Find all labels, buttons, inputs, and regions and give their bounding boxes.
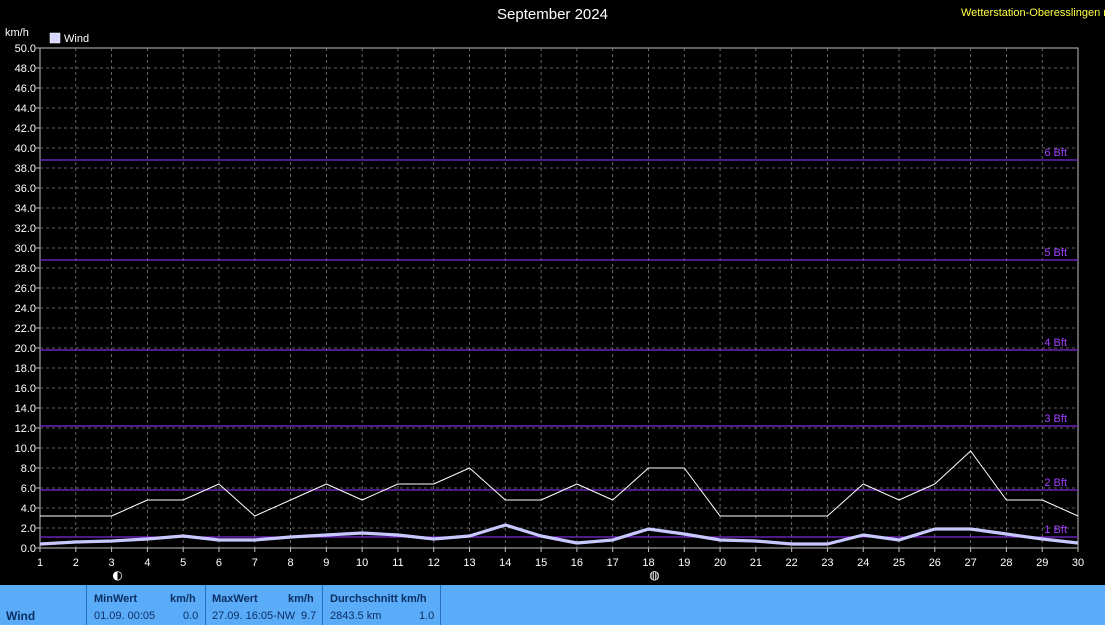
x-tick-label: 8 [287, 557, 293, 569]
x-tick-label: 7 [252, 557, 258, 569]
y-tick-label: 32.0 [15, 223, 36, 235]
beaufort-label: 2 Bft [1044, 477, 1067, 489]
min-cell: MinWert km/h 01.09. 00:05 0.0 [87, 585, 206, 625]
x-tick-label: 10 [356, 557, 368, 569]
x-tick-label: 1 [37, 557, 43, 569]
y-tick-label: 20.0 [15, 343, 36, 355]
max-value: 9.7 [301, 610, 317, 622]
avg-value: 1.0 [419, 610, 435, 622]
x-tick-label: 12 [428, 557, 440, 569]
x-tick-label: 29 [1036, 557, 1048, 569]
y-tick-label: 26.0 [15, 283, 36, 295]
x-tick-label: 13 [463, 557, 475, 569]
x-tick-label: 28 [1000, 557, 1012, 569]
x-tick-label: 27 [964, 557, 976, 569]
x-tick-label: 26 [929, 557, 941, 569]
beaufort-label: 5 Bft [1044, 247, 1067, 259]
y-tick-label: 34.0 [15, 203, 36, 215]
x-tick-label: 14 [499, 557, 511, 569]
y-tick-label: 30.0 [15, 243, 36, 255]
x-tick-label: 6 [216, 557, 222, 569]
y-tick-label: 44.0 [15, 103, 36, 115]
y-tick-label: 12.0 [15, 423, 36, 435]
y-tick-label: 28.0 [15, 263, 36, 275]
y-tick-label: 4.0 [21, 503, 36, 515]
x-tick-label: 30 [1072, 557, 1084, 569]
x-tick-label: 2 [73, 557, 79, 569]
y-tick-label: 38.0 [15, 163, 36, 175]
y-tick-label: 46.0 [15, 83, 36, 95]
y-tick-label: 18.0 [15, 363, 36, 375]
y-tick-label: 2.0 [21, 523, 36, 535]
summary-row-label: Wind [6, 609, 36, 623]
y-tick-label: 24.0 [15, 303, 36, 315]
x-tick-label: 11 [392, 557, 403, 569]
y-tick-label: 6.0 [21, 483, 36, 495]
y-tick-label: 10.0 [15, 443, 36, 455]
y-tick-label: 42.0 [15, 123, 36, 135]
x-tick-label: 20 [714, 557, 726, 569]
y-axis-unit: km/h [5, 27, 29, 39]
min-date: 01.09. 00:05 [94, 610, 156, 622]
x-tick-label: 21 [750, 557, 762, 569]
moon-phase-icon: ◐ [112, 568, 122, 582]
station-name: Wetterstation-Oberesslingen n [961, 7, 1105, 19]
y-tick-label: 50.0 [15, 43, 36, 55]
y-tick-label: 14.0 [15, 403, 36, 415]
max-header: MaxWert [212, 593, 258, 605]
min-header: MinWert [94, 593, 138, 605]
avg-distance: 2843.5 km [330, 610, 382, 622]
y-tick-label: 48.0 [15, 63, 36, 75]
y-tick-label: 8.0 [21, 463, 36, 475]
avg-cell: Durchschnitt km/h 2843.5 km 1.0 [323, 585, 441, 625]
x-tick-label: 16 [571, 557, 583, 569]
beaufort-label: 6 Bft [1044, 147, 1067, 159]
min-value: 0.0 [183, 610, 199, 622]
x-tick-label: 15 [535, 557, 547, 569]
x-tick-label: 19 [678, 557, 690, 569]
legend-swatch [49, 32, 61, 44]
wind-max-series-line [40, 450, 1079, 517]
beaufort-label: 1 Bft [1044, 524, 1067, 536]
x-tick-label: 17 [607, 557, 619, 569]
chart-title: September 2024 [497, 6, 608, 23]
y-tick-label: 40.0 [15, 143, 36, 155]
x-tick-label: 25 [893, 557, 905, 569]
x-tick-label: 24 [857, 557, 869, 569]
max-date: 27.09. 16:05-NW [212, 610, 296, 622]
plot-frame [39, 47, 1079, 549]
legend-label: Wind [64, 33, 89, 45]
avg-header: Durchschnitt km/h [330, 593, 427, 605]
y-tick-label: 0.0 [21, 543, 36, 555]
x-tick-label: 4 [144, 557, 150, 569]
min-unit: km/h [170, 593, 196, 605]
beaufort-label: 3 Bft [1044, 413, 1067, 425]
moon-phase-icon: ◍ [649, 568, 660, 582]
x-tick-label: 23 [821, 557, 833, 569]
x-tick-label: 5 [180, 557, 186, 569]
x-tick-label: 9 [323, 557, 329, 569]
max-cell: MaxWert km/h 27.09. 16:05-NW 9.7 [206, 585, 323, 625]
x-tick-label: 22 [786, 557, 798, 569]
max-unit: km/h [288, 593, 314, 605]
y-tick-label: 22.0 [15, 323, 36, 335]
y-tick-label: 16.0 [15, 383, 36, 395]
y-tick-label: 36.0 [15, 183, 36, 195]
wind-chart: 0.0 2.0 4.0 6.0 8.0 10.0 12.0 14.0 16.0 18.0 20.0 2… [15, 32, 1084, 582]
beaufort-label: 4 Bft [1044, 337, 1067, 349]
